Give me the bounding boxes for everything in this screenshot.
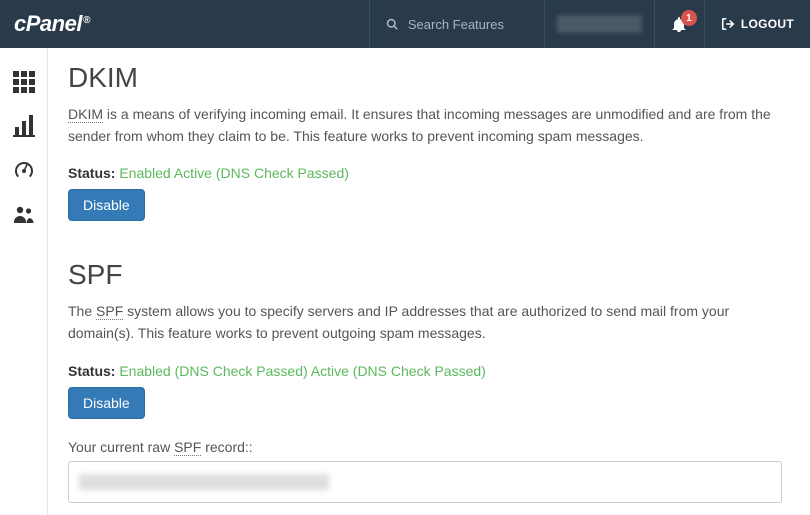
search-icon bbox=[386, 17, 398, 31]
dkim-status-label: Status: bbox=[68, 165, 115, 181]
record-label-pre: Your current raw bbox=[68, 439, 174, 455]
spf-desc-text: system allows you to specify servers and… bbox=[68, 303, 729, 341]
record-label-post: record:: bbox=[201, 439, 252, 455]
spf-record-label: Your current raw SPF record:: bbox=[68, 439, 782, 455]
dkim-disable-button[interactable]: Disable bbox=[68, 189, 145, 221]
top-header: cPanel® 1 LOGOUT bbox=[0, 0, 810, 48]
spf-status-value: Enabled (DNS Check Passed) Active (DNS C… bbox=[119, 363, 485, 379]
sidebar bbox=[0, 48, 48, 515]
notification-badge: 1 bbox=[681, 10, 697, 26]
sidebar-item-users[interactable] bbox=[0, 192, 48, 236]
spf-disable-button[interactable]: Disable bbox=[68, 387, 145, 419]
search-input[interactable] bbox=[408, 17, 528, 32]
spf-record-box[interactable] bbox=[68, 461, 782, 503]
spf-section: SPF The SPF system allows you to specify… bbox=[68, 259, 782, 502]
logout-button[interactable]: LOGOUT bbox=[704, 0, 810, 48]
dkim-heading: DKIM bbox=[68, 62, 782, 94]
grid-icon bbox=[13, 71, 35, 93]
logo-text: cPanel® bbox=[14, 11, 90, 37]
spf-heading: SPF bbox=[68, 259, 782, 291]
sidebar-item-dashboard[interactable] bbox=[0, 148, 48, 192]
dkim-desc-text: is a means of verifying incoming email. … bbox=[68, 106, 771, 144]
spf-description: The SPF system allows you to specify ser… bbox=[68, 301, 782, 344]
dkim-description: DKIM is a means of verifying incoming em… bbox=[68, 104, 782, 147]
notifications-button[interactable]: 1 bbox=[654, 0, 704, 48]
spf-desc-pre: The bbox=[68, 303, 96, 319]
bar-chart-icon bbox=[13, 115, 35, 137]
search-box[interactable] bbox=[369, 0, 544, 48]
sidebar-item-home[interactable] bbox=[0, 60, 48, 104]
spf-record-redacted bbox=[79, 474, 329, 490]
user-name-redacted bbox=[557, 15, 642, 33]
cpanel-logo[interactable]: cPanel® bbox=[0, 11, 130, 37]
record-abbr: SPF bbox=[174, 439, 201, 456]
dkim-abbr: DKIM bbox=[68, 106, 103, 123]
user-menu[interactable] bbox=[544, 0, 654, 48]
spf-status-label: Status: bbox=[68, 363, 115, 379]
main-content: DKIM DKIM is a means of verifying incomi… bbox=[48, 48, 810, 515]
dkim-status-value: Enabled Active (DNS Check Passed) bbox=[119, 165, 349, 181]
users-icon bbox=[13, 203, 35, 225]
sidebar-item-stats[interactable] bbox=[0, 104, 48, 148]
spf-status-line: Status: Enabled (DNS Check Passed) Activ… bbox=[68, 363, 782, 379]
spf-abbr: SPF bbox=[96, 303, 123, 320]
gauge-icon bbox=[13, 159, 35, 181]
logout-icon bbox=[721, 17, 735, 31]
dkim-section: DKIM DKIM is a means of verifying incomi… bbox=[68, 62, 782, 221]
dkim-status-line: Status: Enabled Active (DNS Check Passed… bbox=[68, 165, 782, 181]
logout-label: LOGOUT bbox=[741, 17, 794, 31]
